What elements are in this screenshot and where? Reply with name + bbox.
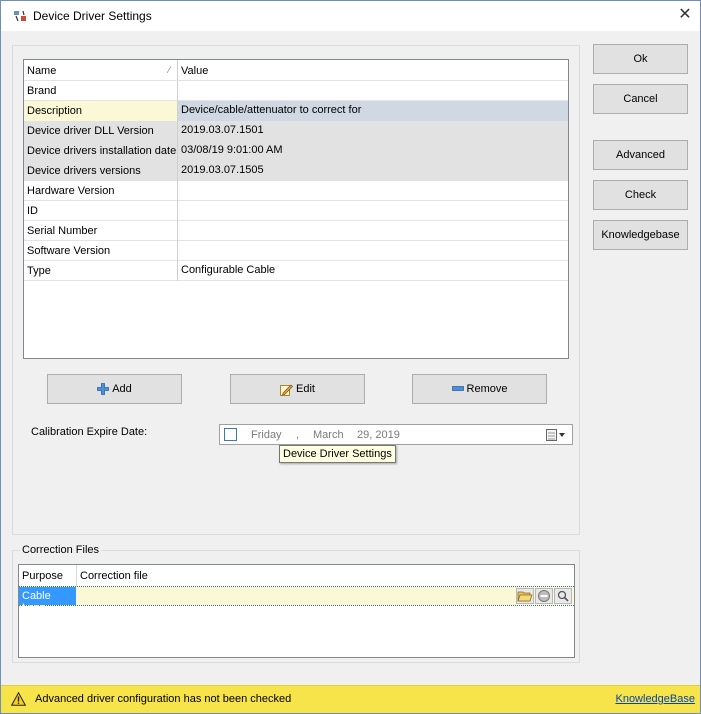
property-row-serial-number[interactable]: Serial Number bbox=[24, 221, 568, 241]
property-row-brand[interactable]: Brand bbox=[24, 81, 568, 101]
correction-file-tools bbox=[515, 588, 572, 605]
correction-files-title: Correction Files bbox=[20, 544, 102, 556]
property-name: Description bbox=[24, 101, 178, 121]
property-row-type[interactable]: Type Configurable Cable bbox=[24, 261, 568, 281]
date-weekday[interactable]: Friday bbox=[251, 429, 282, 441]
property-value: 03/08/19 9:01:00 AM bbox=[178, 141, 568, 161]
close-button[interactable]: ✕ bbox=[670, 1, 700, 31]
properties-header-row: Name ⁄ Value bbox=[24, 60, 568, 81]
property-value[interactable]: Device/cable/attenuator to correct for bbox=[178, 101, 568, 121]
warning-icon bbox=[11, 692, 26, 706]
property-row-description[interactable]: Description Device/cable/attenuator to c… bbox=[24, 101, 568, 121]
advanced-button[interactable]: Advanced bbox=[593, 140, 688, 170]
correction-files-header-row: Purpose Correction file bbox=[19, 565, 574, 586]
property-name: Serial Number bbox=[24, 221, 178, 241]
status-bar: Advanced driver configuration has not be… bbox=[1, 685, 700, 713]
property-row-dll-version[interactable]: Device driver DLL Version 2019.03.07.150… bbox=[24, 121, 568, 141]
property-name: ID bbox=[24, 201, 178, 221]
property-value[interactable] bbox=[178, 241, 568, 261]
property-name: Device drivers installation date bbox=[24, 141, 178, 161]
property-value[interactable] bbox=[178, 81, 568, 101]
property-name: Hardware Version bbox=[24, 181, 178, 201]
calibration-expire-label: Calibration Expire Date: bbox=[31, 426, 148, 438]
app-settings-icon bbox=[14, 10, 26, 22]
calibration-date-picker[interactable]: Friday , March 29, 2019 bbox=[219, 424, 573, 445]
close-icon: ✕ bbox=[678, 6, 692, 23]
open-folder-button[interactable] bbox=[516, 588, 534, 604]
knowledgebase-link[interactable]: KnowledgeBase bbox=[615, 693, 695, 705]
column-header-name[interactable]: Name ⁄ bbox=[24, 60, 178, 80]
correction-files-grid[interactable]: Purpose Correction file Cable Loss bbox=[18, 564, 575, 658]
property-name: Device driver DLL Version bbox=[24, 121, 178, 141]
search-file-button[interactable] bbox=[554, 588, 572, 604]
ok-button[interactable]: Ok bbox=[593, 44, 688, 74]
calibration-date-checkbox[interactable] bbox=[224, 428, 237, 441]
column-header-correction-file[interactable]: Correction file bbox=[80, 570, 148, 582]
correction-purpose-cell[interactable]: Cable Loss bbox=[19, 587, 76, 614]
knowledgebase-button[interactable]: Knowledgebase bbox=[593, 220, 688, 250]
properties-grid[interactable]: Name ⁄ Value Brand Description Device/ca… bbox=[23, 59, 569, 359]
column-header-value[interactable]: Value bbox=[178, 60, 568, 80]
check-button[interactable]: Check bbox=[593, 180, 688, 210]
calendar-icon[interactable] bbox=[545, 428, 567, 442]
property-row-hardware-version[interactable]: Hardware Version bbox=[24, 181, 568, 201]
column-header-purpose[interactable]: Purpose bbox=[22, 570, 63, 582]
property-value[interactable]: Configurable Cable bbox=[178, 261, 568, 281]
correction-file-row[interactable]: Cable Loss bbox=[19, 586, 574, 614]
window-title: Device Driver Settings bbox=[33, 9, 152, 23]
remove-icon bbox=[451, 386, 464, 391]
device-driver-settings-window: Device Driver Settings ✕ Name ⁄ Value Br… bbox=[0, 0, 701, 714]
add-icon bbox=[97, 383, 110, 395]
edit-icon bbox=[280, 384, 294, 396]
date-day-year[interactable]: 29, 2019 bbox=[357, 429, 400, 441]
date-separator: , bbox=[296, 429, 300, 441]
property-value[interactable] bbox=[178, 221, 568, 241]
add-button[interactable]: Add bbox=[47, 374, 182, 404]
property-row-driver-versions[interactable]: Device drivers versions 2019.03.07.1505 bbox=[24, 161, 568, 181]
property-value[interactable] bbox=[178, 181, 568, 201]
tooltip: Device Driver Settings bbox=[279, 445, 396, 463]
sort-icon: ⁄ bbox=[168, 65, 170, 75]
clear-button[interactable] bbox=[535, 588, 553, 604]
search-icon bbox=[557, 590, 569, 602]
property-name: Brand bbox=[24, 81, 178, 101]
remove-button[interactable]: Remove bbox=[412, 374, 547, 404]
property-row-installation-date[interactable]: Device drivers installation date 03/08/1… bbox=[24, 141, 568, 161]
status-message: Advanced driver configuration has not be… bbox=[35, 693, 292, 705]
edit-button[interactable]: Edit bbox=[230, 374, 365, 404]
property-value: 2019.03.07.1505 bbox=[178, 161, 568, 181]
property-value[interactable] bbox=[178, 201, 568, 221]
title-bar: Device Driver Settings ✕ bbox=[1, 1, 700, 31]
open-folder-icon bbox=[517, 591, 533, 602]
property-row-software-version[interactable]: Software Version bbox=[24, 241, 568, 261]
property-name: Type bbox=[24, 261, 178, 281]
cancel-button[interactable]: Cancel bbox=[593, 84, 688, 114]
date-month[interactable]: March bbox=[313, 429, 344, 441]
property-value: 2019.03.07.1501 bbox=[178, 121, 568, 141]
column-divider bbox=[76, 565, 77, 586]
property-name: Device drivers versions bbox=[24, 161, 178, 181]
property-name: Software Version bbox=[24, 241, 178, 261]
clear-icon bbox=[538, 590, 550, 602]
property-row-id[interactable]: ID bbox=[24, 201, 568, 221]
